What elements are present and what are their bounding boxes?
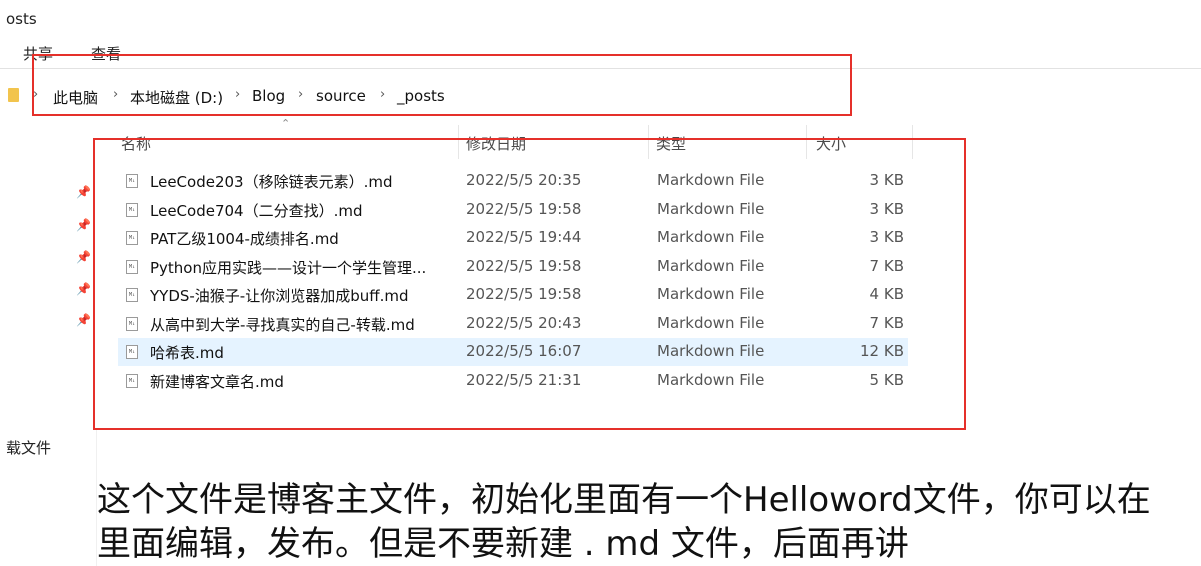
caption-line-2: 里面编辑，发布。但是不要新建 . md 文件，后面再讲 (97, 524, 909, 564)
sidebar-item-downloads[interactable]: 载文件 (6, 437, 51, 458)
pin-icon[interactable]: 📌 (76, 218, 91, 232)
sort-ascending-icon: ⌃ (281, 117, 291, 130)
folder-icon (8, 88, 19, 102)
pin-icon[interactable]: 📌 (76, 185, 91, 199)
annotation-box-path (32, 54, 852, 116)
caption-line-1: 这个文件是博客主文件，初始化里面有一个Helloword文件，你可以在 (97, 480, 1151, 520)
pin-icon[interactable]: 📌 (76, 250, 91, 264)
pin-icon[interactable]: 📌 (76, 282, 91, 296)
annotation-box-files (93, 138, 966, 430)
window-title: osts (6, 10, 37, 28)
pin-icon[interactable]: 📌 (76, 313, 91, 327)
